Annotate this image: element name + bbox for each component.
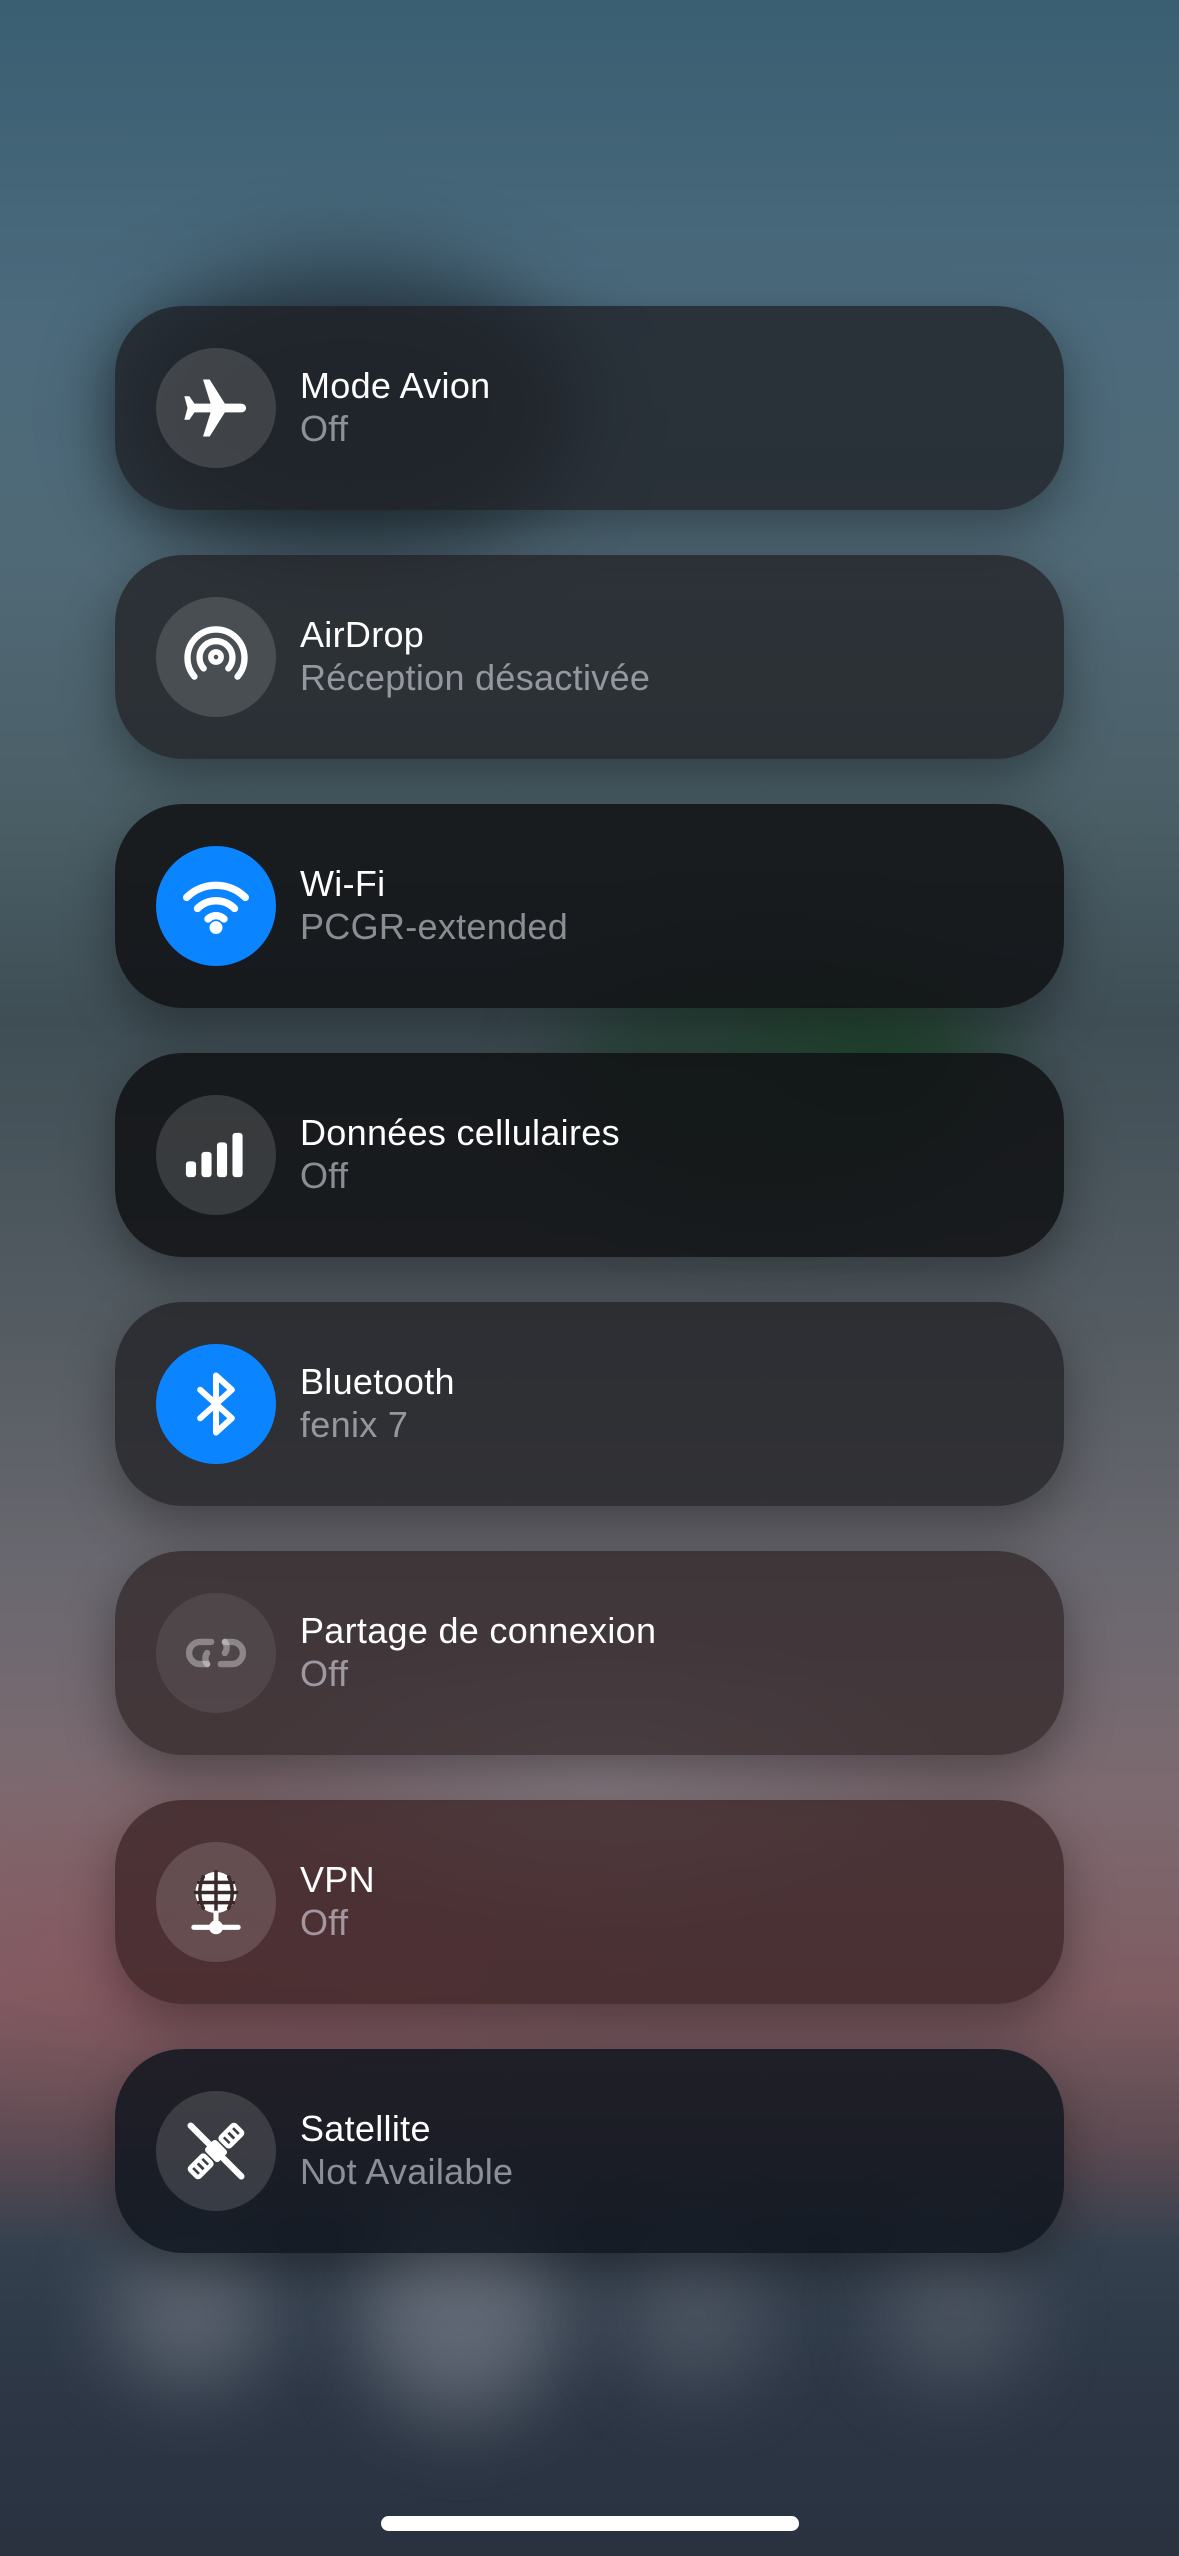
airdrop-icon [184, 626, 248, 680]
tile-title: AirDrop [300, 614, 425, 655]
tile-status: Off [300, 1653, 349, 1694]
tile-status: Off [300, 1155, 349, 1196]
airplane-mode-tile[interactable]: Mode Avion Off [115, 306, 1064, 510]
vpn-toggle[interactable] [156, 1842, 276, 1962]
vpn-tile[interactable]: VPN Off [115, 1800, 1064, 2004]
airplane-mode-toggle[interactable] [156, 348, 276, 468]
tile-title: VPN [300, 1859, 375, 1900]
bluetooth-toggle[interactable] [156, 1344, 276, 1464]
cellular-data-toggle[interactable] [156, 1095, 276, 1215]
tile-title: Wi-Fi [300, 863, 386, 904]
wifi-tile[interactable]: Wi-Fi PCGR-extended [115, 804, 1064, 1008]
cellular-data-tile[interactable]: Données cellulaires Off [115, 1053, 1064, 1257]
wifi-toggle[interactable] [156, 846, 276, 966]
cellular-icon [185, 1132, 243, 1178]
home-indicator[interactable] [381, 2516, 799, 2531]
tile-network-name: PCGR-extended [300, 906, 569, 947]
tile-status: Off [300, 408, 349, 449]
tile-title: Satellite [300, 2108, 431, 2149]
tile-title: Partage de connexion [300, 1610, 657, 1651]
tile-title: Données cellulaires [300, 1112, 620, 1153]
background-blur-blob [880, 2230, 1030, 2390]
hotspot-icon [185, 1638, 247, 1668]
tile-status: Réception désactivée [300, 657, 651, 698]
background-blur-blob [110, 2230, 270, 2390]
satellite-toggle[interactable] [156, 2091, 276, 2211]
satellite-off-icon [187, 2122, 245, 2180]
background-blur-blob [620, 2240, 770, 2390]
satellite-tile[interactable]: Satellite Not Available [115, 2049, 1064, 2253]
tile-status: Not Available [300, 2151, 514, 2192]
airdrop-tile[interactable]: AirDrop Réception désactivée [115, 555, 1064, 759]
tile-title: Mode Avion [300, 365, 491, 406]
wifi-icon [183, 881, 249, 935]
tile-status: Off [300, 1902, 349, 1943]
personal-hotspot-tile[interactable]: Partage de connexion Off [115, 1551, 1064, 1755]
personal-hotspot-toggle[interactable] [156, 1593, 276, 1713]
bluetooth-tile[interactable]: Bluetooth fenix 7 [115, 1302, 1064, 1506]
airdrop-toggle[interactable] [156, 597, 276, 717]
vpn-globe-icon [191, 1870, 241, 1935]
bluetooth-icon [197, 1372, 235, 1436]
tile-connected-device: fenix 7 [300, 1404, 409, 1445]
airplane-icon [184, 379, 247, 437]
tile-title: Bluetooth [300, 1361, 455, 1402]
